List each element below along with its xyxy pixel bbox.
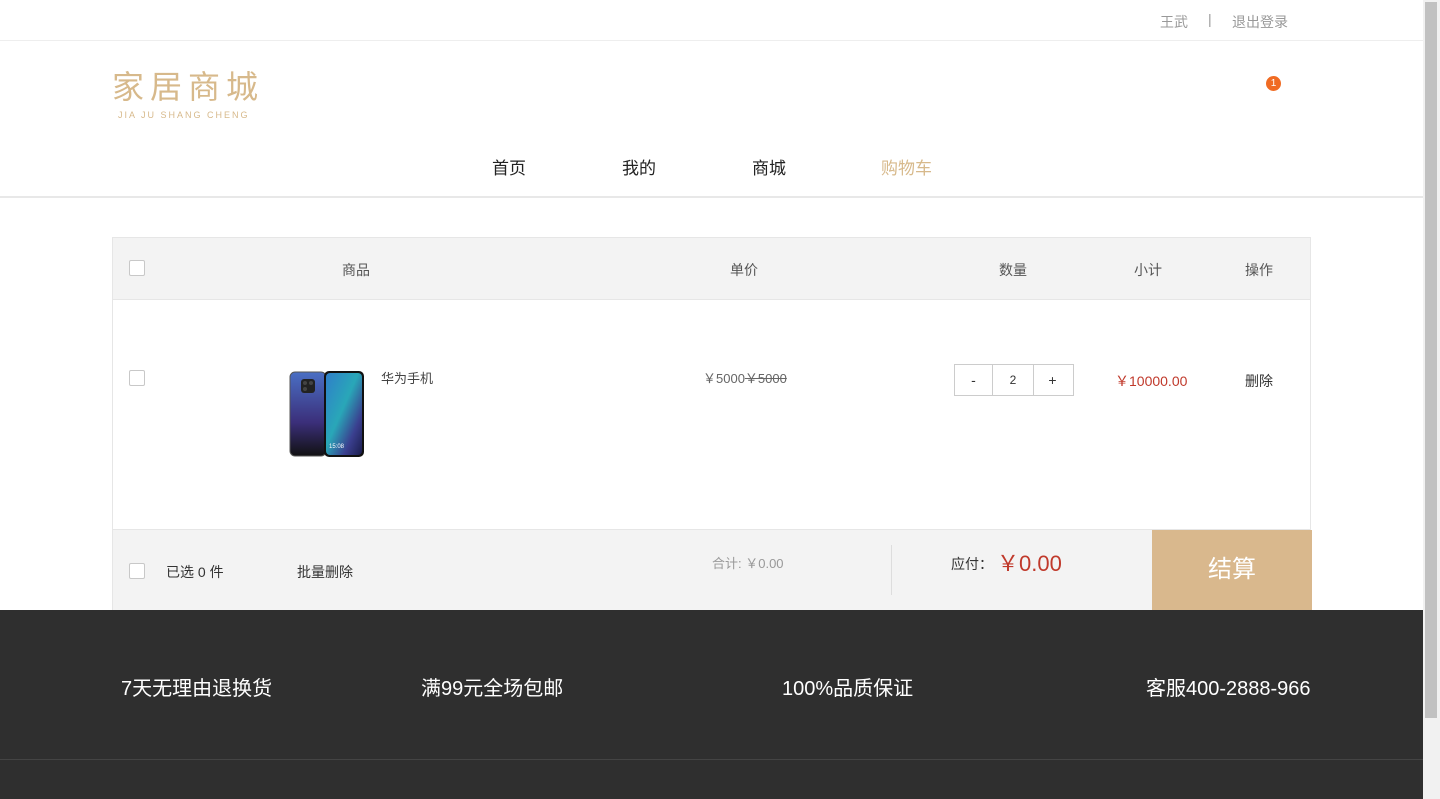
site-footer: 7天无理由退换货 满99元全场包邮 100%品质保证 客服400-2888-96… <box>0 610 1423 799</box>
cart-table: 商品 单价 数量 小计 操作 15:08 华为手机 ￥5000￥5000 - 2… <box>112 237 1312 612</box>
cart-table-header: 商品 单价 数量 小计 操作 <box>113 238 1310 300</box>
scrollbar-thumb[interactable] <box>1425 2 1437 718</box>
user-name[interactable]: 王武 <box>1160 12 1188 32</box>
nav-item-mine[interactable]: 我的 <box>622 154 656 179</box>
pay-label: 应付： <box>951 556 993 572</box>
item-price: ￥5000 <box>703 371 745 386</box>
decrease-button[interactable]: - <box>955 365 992 395</box>
select-all-checkbox[interactable] <box>129 260 145 276</box>
selected-count: 已选 0 件 <box>166 564 224 580</box>
item-checkbox[interactable] <box>129 370 145 386</box>
item-name[interactable]: 华为手机 <box>381 368 433 387</box>
nav-item-cart[interactable]: 购物车 <box>881 154 932 179</box>
delete-item-button[interactable]: 删除 <box>1245 371 1273 391</box>
item-unit-price: ￥5000￥5000 <box>703 368 787 387</box>
increase-button[interactable]: + <box>1034 365 1071 395</box>
phone-image[interactable]: 15:08 <box>289 370 365 458</box>
logo-text-cn: 家居商城 <box>112 69 265 105</box>
cart-summary-bar: 已选 0 件 批量删除 合计: ￥0.00 应付： ￥0.00 结算 <box>113 529 1312 612</box>
logo-text-en: JIA JU SHANG CHENG <box>118 110 250 120</box>
quantity-input[interactable]: 2 <box>992 365 1034 395</box>
item-subtotal: ￥10000.00 <box>1115 373 1188 389</box>
batch-delete-button[interactable]: 批量删除 <box>297 562 353 582</box>
svg-text:15:08: 15:08 <box>329 444 345 450</box>
promo-quality: 100%品质保证 <box>782 678 914 700</box>
cart-count-badge[interactable]: 1 <box>1266 76 1281 91</box>
page: 王武 | 退出登录 家居商城 JIA JU SHANG CHENG 1 首页 我… <box>0 0 1423 799</box>
nav-item-home[interactable]: 首页 <box>492 154 526 179</box>
header-subtotal: 小计 <box>1134 262 1162 278</box>
header-action: 操作 <box>1245 262 1273 278</box>
pay-amount: ￥0.00 <box>997 551 1062 576</box>
header-quantity: 数量 <box>999 262 1027 278</box>
summary-divider <box>891 545 892 595</box>
header-unit-price: 单价 <box>730 262 758 278</box>
logo[interactable]: 家居商城 JIA JU SHANG CHENG <box>112 62 264 120</box>
vertical-scrollbar[interactable] <box>1423 0 1440 799</box>
checkout-button[interactable]: 结算 <box>1152 530 1312 612</box>
quantity-stepper: - 2 + <box>954 364 1074 396</box>
promo-returns: 7天无理由退换货 <box>121 678 273 700</box>
promo-free-shipping: 满99元全场包邮 <box>421 678 564 700</box>
topbar-separator: | <box>1208 11 1212 27</box>
header-product: 商品 <box>342 262 370 278</box>
top-bar: 王武 | 退出登录 <box>0 0 1423 41</box>
main-nav: 首页 我的 商城 购物车 <box>0 130 1423 198</box>
select-all-bottom-checkbox[interactable] <box>129 563 145 579</box>
nav-item-mall[interactable]: 商城 <box>752 154 786 179</box>
item-original-price: ￥5000 <box>744 371 787 386</box>
logout-link[interactable]: 退出登录 <box>1232 12 1288 32</box>
promo-hotline: 客服400-2888-966 <box>1146 678 1311 700</box>
footer-divider <box>0 759 1423 760</box>
total-amount: 合计: ￥0.00 <box>712 556 784 571</box>
